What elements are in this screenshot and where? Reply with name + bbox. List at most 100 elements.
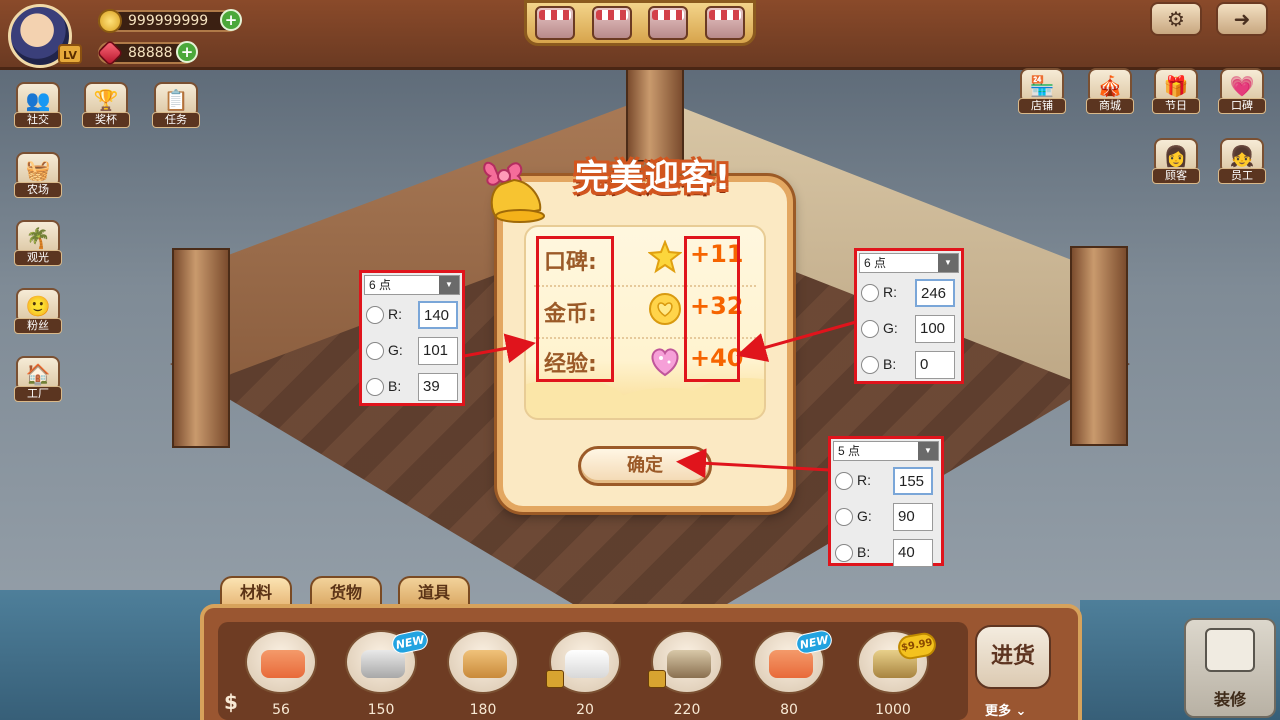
shop-icon[interactable]: [648, 6, 689, 40]
salmon-plate-icon: [261, 650, 305, 678]
picker-mode: 6 点: [369, 278, 392, 292]
settings-button[interactable]: ⚙: [1150, 2, 1202, 36]
menu-mall[interactable]: 🎪 商城: [1086, 68, 1134, 120]
g-value[interactable]: 100: [915, 315, 955, 343]
menu-label: 任务: [152, 112, 200, 128]
pillar-right: [1070, 246, 1128, 446]
top-bar: LV 999999999 + 88888 + ⚙ ➜: [0, 0, 1280, 70]
goods-price: 220: [673, 702, 701, 718]
menu-social[interactable]: 👥 社交: [14, 82, 62, 134]
chevron-down-icon: ⌄: [1015, 704, 1027, 719]
b-value[interactable]: 39: [418, 373, 458, 401]
goods-price: 20: [576, 702, 594, 718]
radio-r[interactable]: [835, 472, 853, 490]
g-label: G:: [388, 342, 403, 358]
menu-festival[interactable]: 🎁 节日: [1152, 68, 1200, 120]
more-button[interactable]: 更多 ⌄: [985, 700, 1026, 719]
color-picker-button: 5 点 ▼ R: 155 G: 90 B: 40: [828, 436, 944, 567]
water-left: [0, 590, 220, 720]
coin-icon: [98, 9, 122, 33]
radio-r[interactable]: [861, 284, 879, 302]
b-label: B:: [883, 356, 897, 372]
annotation-box-labels: [536, 236, 614, 382]
color-picker-values: 6 点 ▼ R: 246 G: 100 B: 0: [854, 248, 964, 384]
annotation-box-values: [684, 236, 740, 382]
menu-customer[interactable]: 👩 顾客: [1152, 138, 1200, 190]
dollar-icon: $: [224, 690, 238, 714]
r-label: R:: [857, 472, 871, 488]
dropdown-arrow-icon: ▼: [938, 254, 958, 272]
lock-icon: [648, 670, 666, 688]
menu-store[interactable]: 🏪 店铺: [1018, 68, 1066, 120]
radio-b[interactable]: [861, 356, 879, 374]
shop-icon[interactable]: [591, 6, 632, 40]
picker-header[interactable]: 6 点 ▼: [364, 275, 460, 295]
goods-item[interactable]: 56: [244, 630, 318, 718]
radio-g[interactable]: [835, 508, 853, 526]
add-coins-button[interactable]: +: [220, 9, 242, 31]
gem-amount: 88888: [128, 45, 173, 61]
g-value[interactable]: 90: [893, 503, 933, 531]
menu-factory[interactable]: 🏠 工厂: [14, 356, 62, 408]
menu-label: 口碑: [1218, 98, 1266, 114]
menu-label: 工厂: [14, 386, 62, 402]
cloud-decoration: [686, 378, 764, 418]
menu-label: 店铺: [1018, 98, 1066, 114]
color-picker-labels: 6 点 ▼ R: 140 G: 101 B: 39: [359, 270, 465, 406]
r-value[interactable]: 155: [893, 467, 933, 495]
r-label: R:: [883, 284, 897, 300]
g-value[interactable]: 101: [418, 337, 458, 365]
goods-price: 56: [272, 702, 290, 718]
r-value[interactable]: 140: [418, 301, 458, 329]
salmon-plate-icon: [769, 650, 813, 678]
menu-reputation[interactable]: 💗 口碑: [1218, 68, 1266, 120]
heart-gem-icon: [651, 348, 679, 377]
shop-tray: [524, 0, 756, 46]
menu-sightseeing[interactable]: 🌴 观光: [14, 220, 62, 272]
goods-price: 150: [367, 702, 395, 718]
goods-item[interactable]: 180: [446, 630, 520, 718]
fish-crate-icon: [361, 650, 405, 678]
decorate-button[interactable]: 装修: [1184, 618, 1276, 718]
radio-b[interactable]: [366, 378, 384, 396]
r-value[interactable]: 246: [915, 279, 955, 307]
b-value[interactable]: 40: [893, 539, 933, 567]
dropdown-arrow-icon: ▼: [918, 442, 938, 460]
b-value[interactable]: 0: [915, 351, 955, 379]
star-icon: [648, 240, 682, 274]
menu-farm[interactable]: 🧺 农场: [14, 152, 62, 204]
gem-counter: 88888 +: [96, 39, 198, 67]
radio-g[interactable]: [861, 320, 879, 338]
menu-trophy[interactable]: 🏆 奖杯: [82, 82, 130, 134]
menu-task[interactable]: 📋 任务: [152, 82, 200, 134]
add-gems-button[interactable]: +: [176, 41, 198, 63]
radio-r[interactable]: [366, 306, 384, 324]
radio-b[interactable]: [835, 544, 853, 562]
exit-button[interactable]: ➜: [1216, 2, 1268, 36]
lock-icon: [546, 670, 564, 688]
dialog-title: 完美迎客!: [574, 158, 732, 198]
radio-g[interactable]: [366, 342, 384, 360]
picker-mode: 5 点: [838, 444, 861, 458]
shop-icon[interactable]: [535, 6, 576, 40]
ruby-icon: [96, 39, 124, 67]
restock-button[interactable]: 进货: [975, 625, 1051, 689]
menu-label: 顾客: [1152, 168, 1200, 184]
coin-amount: 999999999: [128, 13, 209, 29]
menu-label: 粉丝: [14, 318, 62, 334]
shop-icon[interactable]: [704, 6, 745, 40]
coin-counter: 999999999 +: [98, 9, 242, 33]
menu-staff[interactable]: 👧 员工: [1218, 138, 1266, 190]
menu-label: 社交: [14, 112, 62, 128]
picker-header[interactable]: 6 点 ▼: [859, 253, 959, 273]
r-label: R:: [388, 306, 402, 322]
confirm-button[interactable]: 确定: [578, 446, 712, 486]
menu-fans[interactable]: 🙂 粉丝: [14, 288, 62, 340]
bell-icon: [483, 161, 545, 223]
picker-header[interactable]: 5 点 ▼: [833, 441, 939, 461]
coin-icon: [649, 293, 681, 325]
menu-label: 奖杯: [82, 112, 130, 128]
goods-price: 80: [780, 702, 798, 718]
goods-tray: [200, 604, 1082, 720]
pillar-left: [172, 248, 230, 448]
